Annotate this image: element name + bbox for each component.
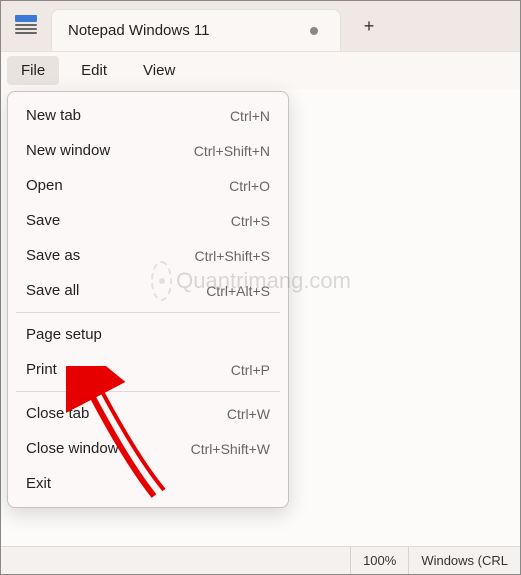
status-zoom[interactable]: 100% (350, 547, 408, 574)
menu-item-label: Save (26, 212, 231, 229)
menu-item-save[interactable]: Save Ctrl+S (8, 203, 288, 238)
status-eol: Windows (CRL (408, 547, 520, 574)
menu-item-shortcut: Ctrl+Shift+S (195, 248, 270, 264)
menu-edit[interactable]: Edit (67, 56, 121, 85)
document-tab[interactable]: Notepad Windows 11 (51, 9, 341, 51)
menu-item-save-all[interactable]: Save all Ctrl+Alt+S (8, 273, 288, 308)
menu-item-shortcut: Ctrl+Alt+S (206, 283, 270, 299)
menu-item-shortcut: Ctrl+N (230, 108, 270, 124)
menu-item-exit[interactable]: Exit (8, 466, 288, 501)
menu-item-new-tab[interactable]: New tab Ctrl+N (8, 98, 288, 133)
menu-item-close-window[interactable]: Close window Ctrl+Shift+W (8, 431, 288, 466)
menu-item-shortcut: Ctrl+S (231, 213, 270, 229)
titlebar: Notepad Windows 11 + (1, 1, 520, 51)
menu-item-label: Page setup (26, 326, 270, 343)
menu-item-label: Close window (26, 440, 191, 457)
new-tab-button[interactable]: + (351, 8, 387, 44)
file-menu-dropdown: New tab Ctrl+N New window Ctrl+Shift+N O… (7, 91, 289, 508)
menu-file[interactable]: File (7, 56, 59, 85)
menu-item-label: Exit (26, 475, 270, 492)
menu-item-label: Close tab (26, 405, 227, 422)
menu-item-print[interactable]: Print Ctrl+P (8, 352, 288, 387)
menu-item-shortcut: Ctrl+P (231, 362, 270, 378)
menu-item-label: New window (26, 142, 194, 159)
statusbar: 100% Windows (CRL (1, 546, 520, 574)
menu-item-shortcut: Ctrl+Shift+N (194, 143, 270, 159)
menubar: File Edit View (1, 51, 520, 89)
menu-item-label: Save all (26, 282, 206, 299)
menu-item-save-as[interactable]: Save as Ctrl+Shift+S (8, 238, 288, 273)
menu-item-label: New tab (26, 107, 230, 124)
menu-separator (16, 312, 280, 313)
menu-item-shortcut: Ctrl+O (229, 178, 270, 194)
menu-separator (16, 391, 280, 392)
menu-item-label: Open (26, 177, 229, 194)
menu-item-label: Save as (26, 247, 195, 264)
menu-item-page-setup[interactable]: Page setup (8, 317, 288, 352)
menu-view[interactable]: View (129, 56, 189, 85)
menu-item-open[interactable]: Open Ctrl+O (8, 168, 288, 203)
menu-item-new-window[interactable]: New window Ctrl+Shift+N (8, 133, 288, 168)
notepad-app-icon (15, 15, 37, 37)
tab-title: Notepad Windows 11 (68, 22, 310, 39)
menu-item-shortcut: Ctrl+Shift+W (191, 441, 270, 457)
menu-item-label: Print (26, 361, 231, 378)
menu-item-shortcut: Ctrl+W (227, 406, 270, 422)
unsaved-indicator-icon (310, 27, 318, 35)
menu-item-close-tab[interactable]: Close tab Ctrl+W (8, 396, 288, 431)
